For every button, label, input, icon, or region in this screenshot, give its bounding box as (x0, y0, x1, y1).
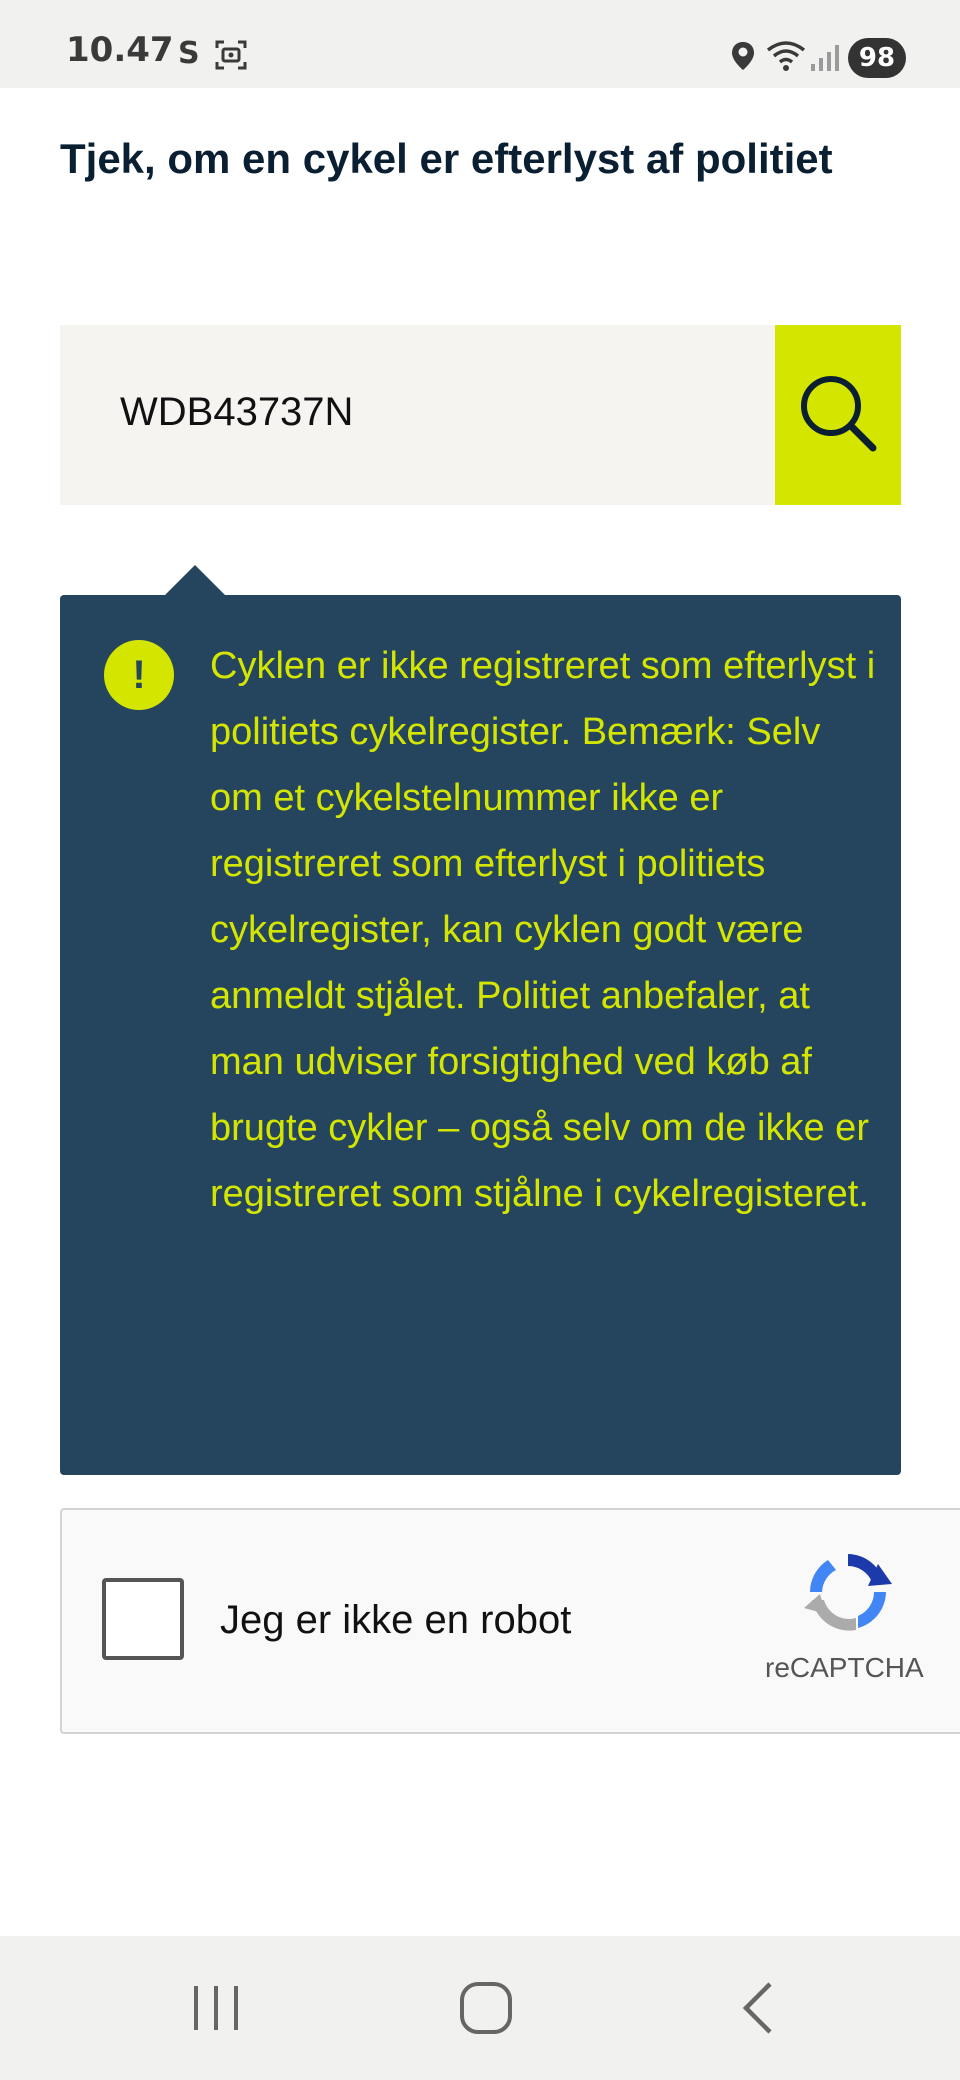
screenshot-icon (214, 38, 248, 77)
result-pointer (165, 565, 225, 595)
page-title: Tjek, om en cykel er efterlyst af politi… (60, 135, 833, 182)
result-message: Cyklen er ikke registreret som efterlyst… (210, 645, 876, 1215)
battery-indicator: 98 (848, 38, 906, 78)
recaptcha-widget: Jeg er ikke en robot reCAPTCHA (60, 1508, 960, 1734)
status-app-indicator: S (178, 36, 200, 71)
wifi-icon (766, 40, 806, 77)
search-button[interactable] (775, 325, 901, 505)
location-icon (730, 40, 756, 77)
home-icon[interactable] (454, 1976, 518, 2045)
status-time: 10.47 (66, 30, 174, 70)
recaptcha-logo-icon (798, 1542, 898, 1647)
back-icon[interactable] (728, 1976, 788, 2045)
recaptcha-brand: reCAPTCHA (765, 1652, 924, 1683)
recent-apps-icon[interactable] (186, 1976, 246, 2045)
navigation-bar (0, 1936, 960, 2080)
recaptcha-checkbox[interactable] (102, 1578, 184, 1660)
signal-icon (810, 44, 840, 77)
search-icon (795, 370, 881, 461)
status-bar: 10.47 S 98 (0, 0, 960, 88)
search-input[interactable]: WDB43737N (60, 325, 775, 505)
result-panel: ! Cyklen er ikke registreret som efterly… (60, 595, 901, 1475)
recaptcha-label: Jeg er ikke en robot (220, 1598, 572, 1642)
search-value: WDB43737N (120, 390, 354, 434)
alert-icon: ! (104, 640, 174, 710)
